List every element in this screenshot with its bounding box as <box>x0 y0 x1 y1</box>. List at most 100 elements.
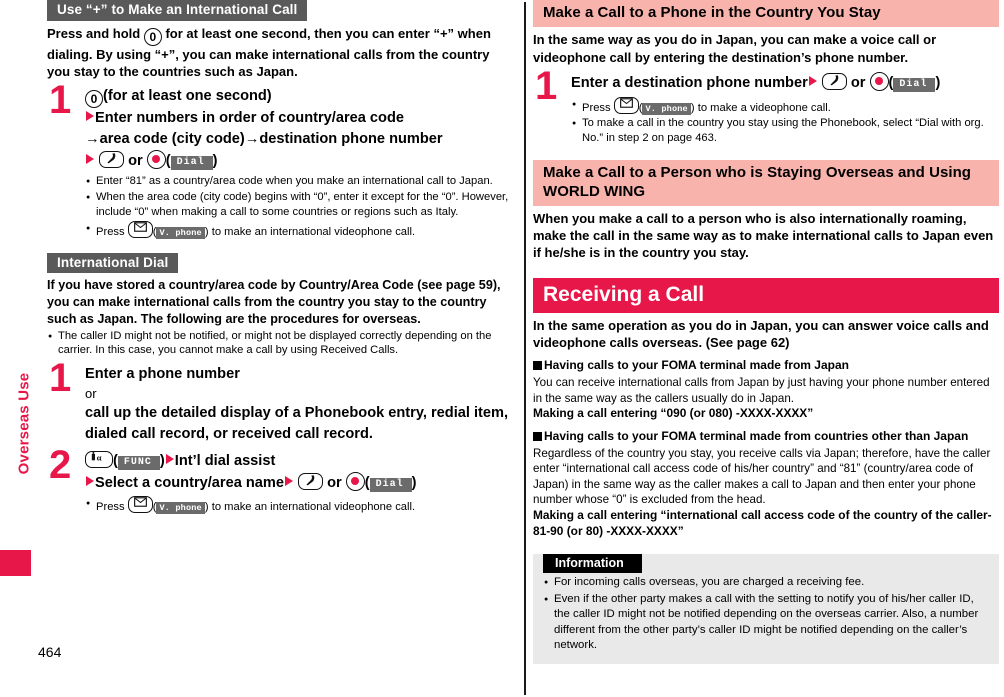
section-receiving-a-call: Receiving a Call In the same operation a… <box>533 277 999 664</box>
or-label: or <box>128 152 143 169</box>
step-1-call-country: 1 Enter a destination phone number or (D… <box>533 66 999 147</box>
step-line3-text: →area code (city code)→destination phone… <box>85 130 443 147</box>
page-number: 464 <box>38 644 62 660</box>
lead-text-before: Press and hold <box>47 25 141 41</box>
zero-key-icon: 0 <box>143 27 162 46</box>
step-number: 1 <box>49 356 72 401</box>
section4-lead: When you make a call to a person who is … <box>533 210 994 261</box>
subsection-heading-other-countries: Having calls to your FOMA terminal made … <box>533 429 999 445</box>
step-notes: Press (V. phone) to make an internationa… <box>85 496 509 515</box>
side-tab-label: Overseas Use <box>15 372 33 475</box>
subsection-heading-text: Having calls to your FOMA terminal made … <box>544 358 849 373</box>
step-line-2: or <box>85 386 97 402</box>
section-international-dial: International Dial If you have stored a … <box>47 252 509 515</box>
section-header-receiving-a-call: Receiving a Call <box>533 277 999 313</box>
note-text-after: to make an international videophone call… <box>211 225 416 238</box>
step-notes: Enter “81” as a country/area code when y… <box>85 174 509 240</box>
arrow-icon <box>808 75 817 86</box>
note-item: To make a call in the country you stay u… <box>571 116 999 146</box>
square-bullet-icon <box>533 361 542 371</box>
call-key-icon <box>821 72 847 90</box>
information-item: Even if the other party makes a call wit… <box>533 592 999 654</box>
section2-note: The caller ID might not be notified, or … <box>47 329 509 359</box>
step-line-1: 0 (for at least one second) <box>85 86 509 109</box>
section-header-call-person-overseas: Make a Call to a Person who is Staying O… <box>533 160 999 206</box>
note-text-before: Press <box>96 225 125 238</box>
information-title: Information <box>543 553 642 573</box>
subsection-bold-from-japan: Making a call entering “090 (or 080) -XX… <box>533 406 814 421</box>
dial-softkey: Dial <box>893 77 936 92</box>
dial-softkey: Dial <box>170 155 213 170</box>
note-text-before: Press <box>582 101 611 114</box>
section3-lead: In the same way as you do in Japan, you … <box>533 32 937 65</box>
mail-key-icon <box>127 220 153 238</box>
step-line1-text: Enter a destination phone number <box>571 74 808 91</box>
section-header-international-dial: International Dial <box>47 252 179 274</box>
step-line-1: Enter a destination phone number or (Dia… <box>571 71 999 94</box>
arrow-icon <box>285 475 293 486</box>
side-tab: Overseas Use <box>0 0 34 697</box>
subsection-heading-text: Having calls to your FOMA terminal made … <box>544 429 969 444</box>
section5-lead: In the same operation as you do in Japan… <box>533 317 989 351</box>
vphone-softkey: V. phone <box>156 226 205 239</box>
center-key-icon <box>345 471 365 491</box>
step-line-3: →area code (city code)→destination phone… <box>85 129 509 150</box>
step-1-use-plus: 1 0 (for at least one second) Enter numbe… <box>47 80 509 240</box>
arrow-icon <box>165 453 174 464</box>
section2-lead: If you have stored a country/area code b… <box>47 278 501 326</box>
step-number: 2 <box>49 442 72 487</box>
note-text-after: to make an international videophone call… <box>211 501 416 514</box>
section-call-person-overseas: Make a Call to a Person who is Staying O… <box>533 160 999 261</box>
information-item: For incoming calls overseas, you are cha… <box>533 575 999 591</box>
side-tab-marker <box>0 550 31 576</box>
note-text-before: Press <box>96 501 125 514</box>
mail-key-icon <box>127 496 153 514</box>
subsection-heading-from-japan: Having calls to your FOMA terminal made … <box>533 358 999 374</box>
step-line-1: Enter a phone number <box>85 366 240 383</box>
note-item: Press (V. phone) to make an internationa… <box>85 220 509 240</box>
zero-key-icon: 0 <box>85 90 103 109</box>
mail-key-icon <box>613 96 639 114</box>
subsection-body-from-japan: You can receive international calls from… <box>533 376 990 405</box>
step-line-2: Select a country/area name or (Dial) <box>85 471 509 494</box>
note-item: Enter “81” as a country/area code when y… <box>85 174 509 190</box>
arrow-icon <box>86 153 94 164</box>
call-key-icon <box>298 472 324 490</box>
step-line-2: Enter numbers in order of country/area c… <box>85 108 509 129</box>
step-line1-text: Int’l dial assist <box>174 452 276 469</box>
step-1-international-dial: 1 Enter a phone number or call up the de… <box>47 358 509 445</box>
step-line1-text: (for at least one second) <box>103 88 272 105</box>
square-bullet-icon <box>533 432 542 442</box>
step-line-4: or (Dial) <box>85 149 509 172</box>
section-header-call-country: Make a Call to a Phone in the Country Yo… <box>533 0 999 28</box>
step-line-1: α (FUNC) Int’l dial assist <box>85 450 509 472</box>
note-item: Press (V. phone) to make an internationa… <box>85 496 509 515</box>
step-body: α (FUNC) Int’l dial assist Select a count… <box>85 450 509 494</box>
right-column: Make a Call to a Phone in the Country Yo… <box>533 0 999 664</box>
subsection-bold-other-countries: Making a call entering “international ca… <box>533 507 992 538</box>
dial-softkey: Dial <box>369 477 412 492</box>
note-item: Press (V. phone) to make a videophone ca… <box>571 96 999 116</box>
column-divider <box>524 2 526 695</box>
center-key-icon <box>146 149 166 169</box>
information-box: Information For incoming calls overseas,… <box>533 553 999 664</box>
step-body: Enter a phone number or call up the deta… <box>85 364 509 445</box>
section-call-country-you-stay: Make a Call to a Phone in the Country Yo… <box>533 0 999 146</box>
subsection-body-other-countries: Regardless of the country you stay, you … <box>533 446 991 507</box>
section-header-use-plus: Use “+” to Make an International Call <box>47 0 308 21</box>
vphone-softkey: V. phone <box>156 502 205 515</box>
step-2-international-dial: 2 α (FUNC) Int’l dial assist Select a cou… <box>47 445 509 515</box>
step-number: 1 <box>49 78 72 123</box>
arrow-icon <box>86 111 94 122</box>
or-label: or <box>850 74 866 91</box>
center-key-icon <box>869 71 889 91</box>
svg-text:α: α <box>97 453 102 463</box>
section1-lead: Press and hold 0 for at least one second… <box>47 25 509 81</box>
func-softkey: FUNC <box>117 455 160 470</box>
call-key-icon <box>99 150 125 168</box>
left-column: Use “+” to Make an International Call Pr… <box>47 0 509 515</box>
step-number: 1 <box>535 63 558 108</box>
arrow-icon <box>86 475 94 486</box>
step-line-3: call up the detailed display of a Phoneb… <box>85 405 509 443</box>
step-notes: Press (V. phone) to make a videophone ca… <box>571 96 999 147</box>
